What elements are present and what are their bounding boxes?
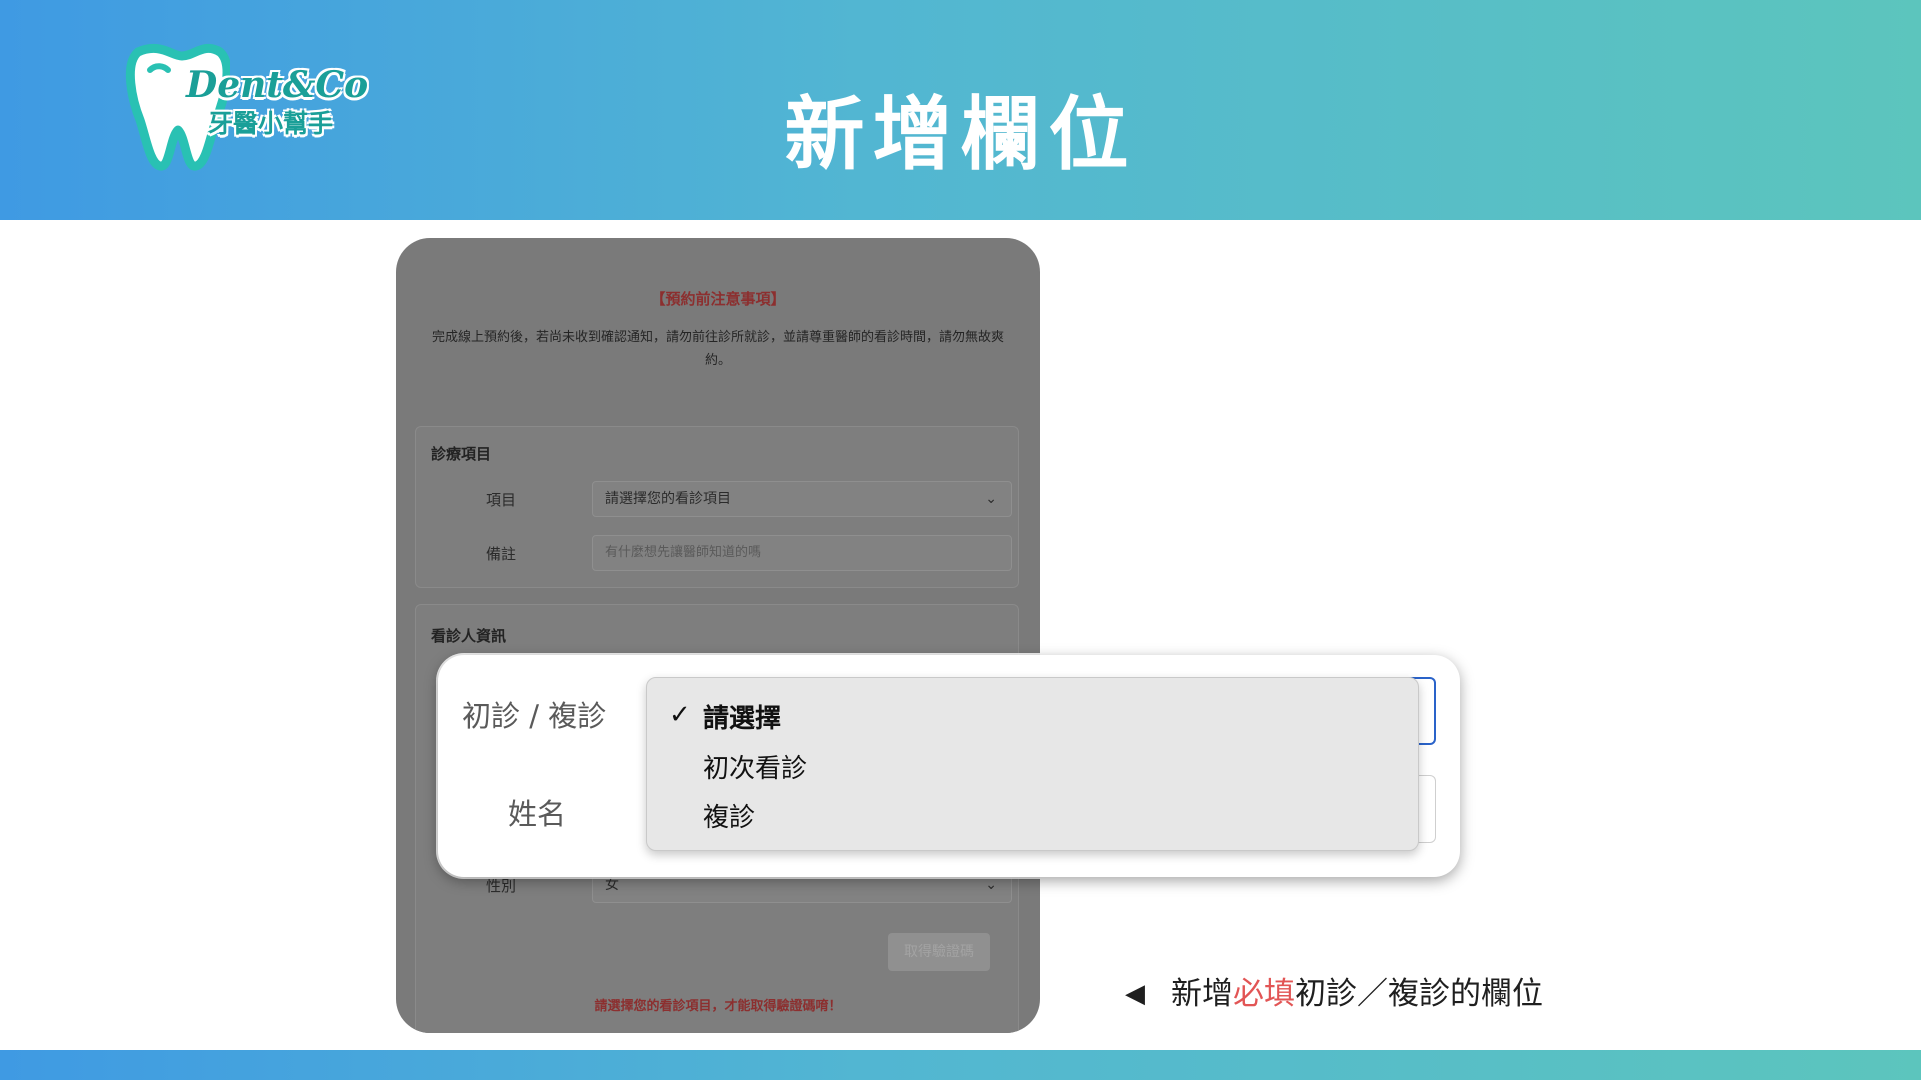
option-first-visit[interactable]: 初次看診 [703, 748, 807, 785]
phone-screenshot: 【預約前注意事項】 完成線上預約後，若尚未收到確認通知，請勿前往診所就診，並請尊… [396, 238, 1040, 1033]
page-title: 新增欄位 [784, 88, 1137, 181]
zoom-callout: 初診 / 複診 姓名 ✓ 請選擇 初次看診 複診 [438, 655, 1460, 877]
get-code-button[interactable]: 取得驗證碼 [888, 933, 990, 971]
option-please-select[interactable]: 請選擇 [703, 698, 781, 735]
item-label: 項目 [485, 491, 516, 509]
notice-text: 完成線上預約後，若尚未收到確認通知，請勿前往診所就診，並請尊重醫師的看診時間，請… [432, 330, 1005, 368]
slide: Dent&Co 牙醫小幫手 新增欄位 【預約前注意事項】 完成線上預約後，若尚未… [0, 0, 1921, 1080]
name-label: 姓名 [508, 797, 567, 831]
treatment-card-title: 診療項目 [431, 445, 492, 463]
footer-band [0, 1050, 1921, 1080]
header-band: Dent&Co 牙醫小幫手 新增欄位 [0, 0, 1921, 220]
caption-suffix: 初診／複診的欄位 [1295, 976, 1543, 1012]
option-return-visit[interactable]: 複診 [703, 797, 755, 834]
note-label: 備註 [485, 545, 516, 563]
note-input[interactable]: 有什麼想先讓醫師知道的嗎 [592, 535, 1012, 571]
notice-title: 【預約前注意事項】 [650, 290, 786, 308]
item-select-value: 請選擇您的看診項目 [605, 491, 731, 507]
gender-label: 性別 [485, 877, 516, 895]
note-placeholder: 有什麼想先讓醫師知道的嗎 [605, 545, 762, 560]
visit-type-label: 初診 / 複診 [462, 699, 607, 733]
caption: ◀ 新增必填初診／複診的欄位 [1125, 968, 1543, 1013]
patient-card-title: 看診人資訊 [431, 627, 507, 645]
visit-type-dropdown: ✓ 請選擇 初次看診 複診 [646, 677, 1419, 851]
warning-text: 請選擇您的看診項目，才能取得驗證碼唷！ [594, 999, 842, 1014]
treatment-card: 診療項目 項目 請選擇您的看診項目 ⌄ 備註 有什麼想先讓醫師知道的嗎 [415, 426, 1019, 588]
caption-highlight: 必填 [1233, 976, 1295, 1012]
caption-prefix: 新增 [1171, 976, 1233, 1012]
gender-select-value: 女 [605, 877, 619, 893]
chevron-down-icon: ⌄ [985, 491, 997, 507]
item-select[interactable]: 請選擇您的看診項目 ⌄ [592, 481, 1012, 517]
checkmark-icon: ✓ [669, 700, 691, 730]
left-arrow-icon: ◀ [1125, 979, 1145, 1009]
